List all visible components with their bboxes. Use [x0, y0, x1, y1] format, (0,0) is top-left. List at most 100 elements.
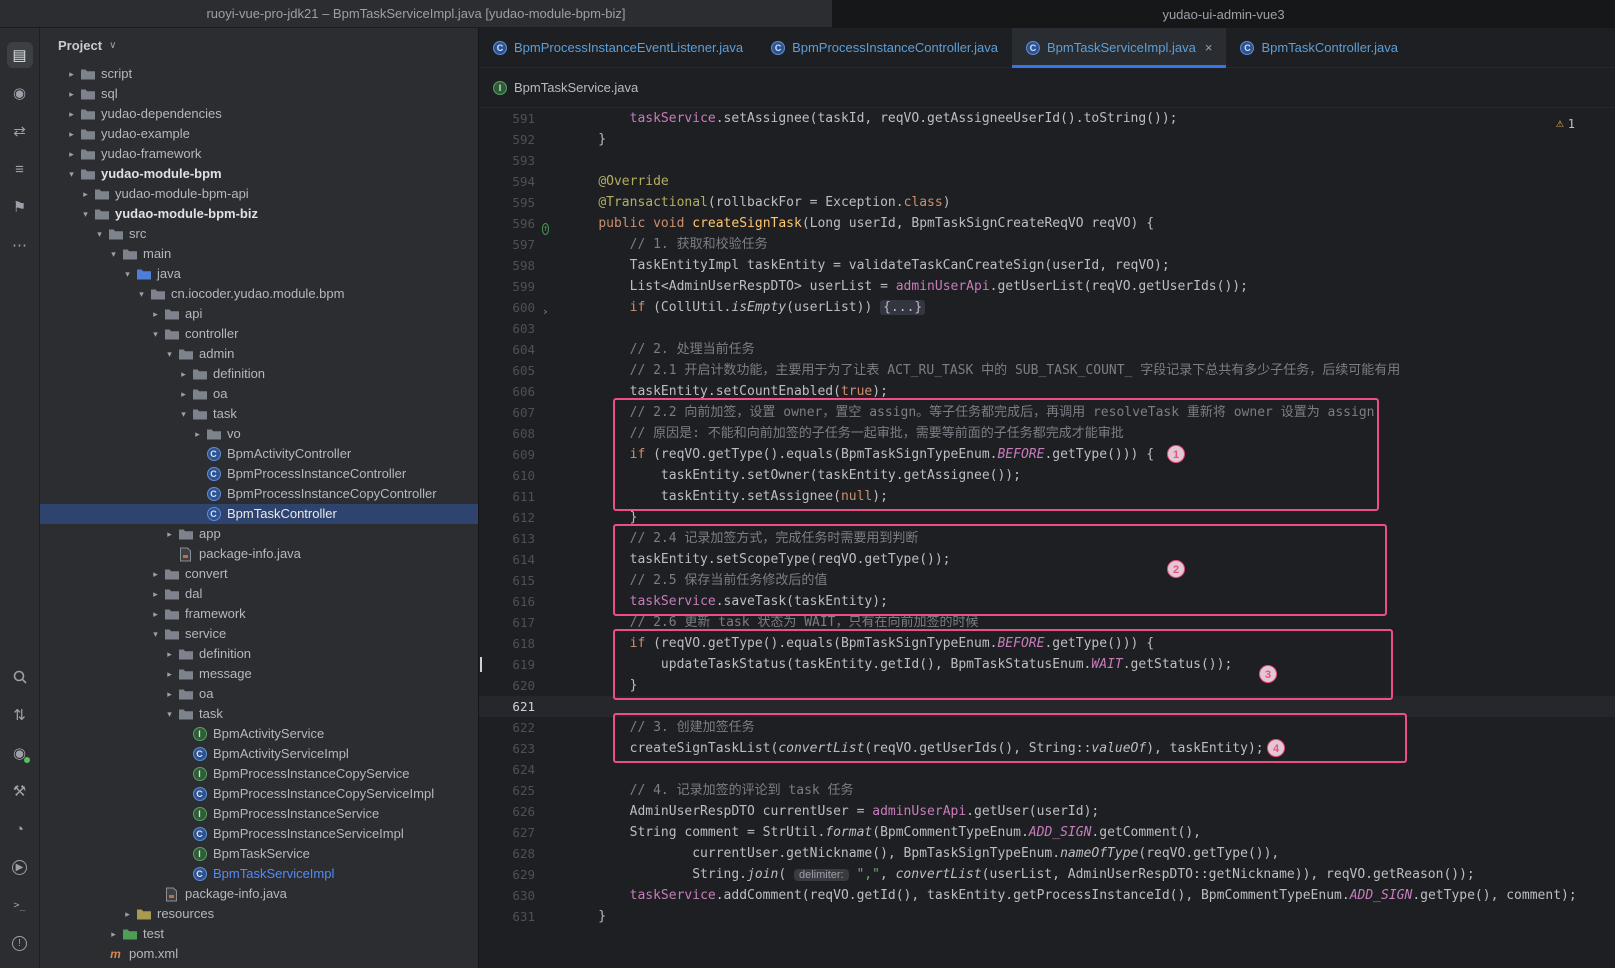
- line-number[interactable]: 603: [479, 318, 535, 339]
- code-text[interactable]: taskEntity.setAssignee(null);: [567, 486, 888, 507]
- line-number[interactable]: 597: [479, 234, 535, 255]
- chevron-collapsed-icon[interactable]: ▸: [148, 569, 163, 580]
- tree-item-bpmactivityservice[interactable]: IBpmActivityService: [40, 724, 478, 744]
- chevron-expanded-icon[interactable]: ▾: [120, 269, 135, 280]
- chevron-collapsed-icon[interactable]: ▸: [64, 89, 79, 100]
- tree-item-oa[interactable]: ▸oa: [40, 384, 478, 404]
- tree-item-yudao-example[interactable]: ▸yudao-example: [40, 124, 478, 144]
- code-line[interactable]: 611 taskEntity.setAssignee(null);: [479, 486, 1615, 507]
- tree-item-java[interactable]: ▾java: [40, 264, 478, 284]
- tree-item-bpmprocessinstanceservice[interactable]: IBpmProcessInstanceService: [40, 804, 478, 824]
- code-text[interactable]: String.join( delimiter: ",", convertList…: [567, 864, 1475, 886]
- chevron-collapsed-icon[interactable]: ▸: [148, 589, 163, 600]
- chevron-expanded-icon[interactable]: ▾: [176, 409, 191, 420]
- tree-item-task[interactable]: ▾task: [40, 704, 478, 724]
- tree-item-test[interactable]: ▸test: [40, 924, 478, 944]
- tree-item-oa[interactable]: ▸oa: [40, 684, 478, 704]
- code-text[interactable]: public void createSignTask(Long userId, …: [567, 213, 1154, 234]
- code-text[interactable]: @Transactional(rollbackFor = Exception.c…: [567, 192, 951, 213]
- line-number[interactable]: 611: [479, 486, 535, 507]
- tree-item-api[interactable]: ▸api: [40, 304, 478, 324]
- project-panel-header[interactable]: Project ∨: [40, 28, 478, 62]
- code-line[interactable]: 623 createSignTaskList(convertList(reqVO…: [479, 738, 1615, 759]
- chevron-expanded-icon[interactable]: ▾: [148, 629, 163, 640]
- code-line[interactable]: 603: [479, 318, 1615, 339]
- chevron-collapsed-icon[interactable]: ▸: [64, 109, 79, 120]
- code-line[interactable]: 614 taskEntity.setScopeType(reqVO.getTyp…: [479, 549, 1615, 570]
- line-number[interactable]: 616: [479, 591, 535, 612]
- line-number[interactable]: 621: [479, 696, 535, 717]
- line-number[interactable]: 627: [479, 822, 535, 843]
- code-text[interactable]: taskEntity.setScopeType(reqVO.getType())…: [567, 549, 951, 570]
- code-line[interactable]: 598 TaskEntityImpl taskEntity = validate…: [479, 255, 1615, 276]
- tree-item-sql[interactable]: ▸sql: [40, 84, 478, 104]
- code-line[interactable]: 608 // 原因是: 不能和向前加签的子任务一起审批，需要等前面的子任务都完成…: [479, 423, 1615, 444]
- tree-item-pom-xml[interactable]: mpom.xml: [40, 944, 478, 964]
- line-number[interactable]: 595: [479, 192, 535, 213]
- code-text[interactable]: TaskEntityImpl taskEntity = validateTask…: [567, 255, 1170, 276]
- line-number[interactable]: 593: [479, 150, 535, 171]
- chevron-expanded-icon[interactable]: ▾: [64, 169, 79, 180]
- inspection-widget[interactable]: ⚠ 1: [1556, 116, 1575, 131]
- code-line[interactable]: 626 AdminUserRespDTO currentUser = admin…: [479, 801, 1615, 822]
- code-text[interactable]: if (reqVO.getType().equals(BpmTaskSignTy…: [567, 633, 1154, 654]
- tree-item-package-info-java[interactable]: package-info.java: [40, 884, 478, 904]
- line-number[interactable]: 617: [479, 612, 535, 633]
- line-number[interactable]: 605: [479, 360, 535, 381]
- line-number[interactable]: 628: [479, 843, 535, 864]
- services-icon[interactable]: ▶: [7, 854, 33, 880]
- search-icon[interactable]: [7, 664, 33, 690]
- chevron-expanded-icon[interactable]: ▾: [162, 709, 177, 720]
- code-line[interactable]: 599 List<AdminUserRespDTO> userList = ad…: [479, 276, 1615, 297]
- code-text[interactable]: // 2. 处理当前任务: [567, 339, 755, 360]
- code-line[interactable]: 607 // 2.2 向前加签，设置 owner，置空 assign。等子任务都…: [479, 402, 1615, 423]
- code-text[interactable]: currentUser.getNickname(), BpmTaskSignTy…: [567, 843, 1279, 864]
- code-text[interactable]: taskEntity.setOwner(taskEntity.getAssign…: [567, 465, 1021, 486]
- project-icon[interactable]: ▤: [7, 42, 33, 68]
- code-text[interactable]: // 2.2 向前加签，设置 owner，置空 assign。等子任务都完成后，…: [567, 402, 1374, 423]
- chevron-collapsed-icon[interactable]: ▸: [64, 129, 79, 140]
- code-line[interactable]: 630 taskService.addComment(reqVO.getId()…: [479, 885, 1615, 906]
- code-line[interactable]: 631 }: [479, 906, 1615, 927]
- line-number[interactable]: 592: [479, 129, 535, 150]
- code-line[interactable]: 604 // 2. 处理当前任务: [479, 339, 1615, 360]
- code-text[interactable]: }: [567, 906, 606, 927]
- line-number[interactable]: 614: [479, 549, 535, 570]
- chevron-collapsed-icon[interactable]: ▸: [176, 369, 191, 380]
- tree-item-definition[interactable]: ▸definition: [40, 364, 478, 384]
- code-text[interactable]: // 2.4 记录加签方式，完成任务时需要用到判断: [567, 528, 918, 549]
- line-number[interactable]: 615: [479, 570, 535, 591]
- tree-item-controller[interactable]: ▾controller: [40, 324, 478, 344]
- problems-icon[interactable]: !: [7, 930, 33, 956]
- code-line[interactable]: 622 // 3. 创建加签任务: [479, 717, 1615, 738]
- tree-item-yudao-module-bpm-api[interactable]: ▸yudao-module-bpm-api: [40, 184, 478, 204]
- code-line[interactable]: 624: [479, 759, 1615, 780]
- tree-item-bpmprocessinstanceserviceimpl[interactable]: CBpmProcessInstanceServiceImpl: [40, 824, 478, 844]
- line-number[interactable]: 610: [479, 465, 535, 486]
- line-number[interactable]: 612: [479, 507, 535, 528]
- editor-tab-bpmtaskcontroller-java[interactable]: CBpmTaskController.java: [1226, 28, 1412, 67]
- chevron-down-icon[interactable]: ∨: [109, 40, 116, 51]
- code-text[interactable]: String comment = StrUtil.format(BpmComme…: [567, 822, 1201, 843]
- line-number[interactable]: 631: [479, 906, 535, 927]
- code-text[interactable]: if (CollUtil.isEmpty(userList)) {...}: [567, 297, 925, 318]
- code-text[interactable]: }: [567, 507, 637, 528]
- tree-item-vo[interactable]: ▸vo: [40, 424, 478, 444]
- chevron-collapsed-icon[interactable]: ▸: [148, 309, 163, 320]
- tree-item-task[interactable]: ▾task: [40, 404, 478, 424]
- editor-tab-bpmtaskservice-java[interactable]: IBpmTaskService.java: [479, 68, 652, 107]
- chevron-collapsed-icon[interactable]: ▸: [64, 69, 79, 80]
- tree-item-definition[interactable]: ▸definition: [40, 644, 478, 664]
- code-line[interactable]: 620 }: [479, 675, 1615, 696]
- chevron-expanded-icon[interactable]: ▾: [106, 249, 121, 260]
- code-line[interactable]: 594 @Override: [479, 171, 1615, 192]
- line-number[interactable]: 630: [479, 885, 535, 906]
- tree-item-convert[interactable]: ▸convert: [40, 564, 478, 584]
- tree-item-dal[interactable]: ▸dal: [40, 584, 478, 604]
- tree-item-bpmprocessinstancecopyservice[interactable]: IBpmProcessInstanceCopyService: [40, 764, 478, 784]
- line-number[interactable]: 618: [479, 633, 535, 654]
- code-line[interactable]: 616 taskService.saveTask(taskEntity);: [479, 591, 1615, 612]
- tree-item-framework[interactable]: ▸framework: [40, 604, 478, 624]
- code-line[interactable]: 592 }: [479, 129, 1615, 150]
- code-line[interactable]: 619 updateTaskStatus(taskEntity.getId(),…: [479, 654, 1615, 675]
